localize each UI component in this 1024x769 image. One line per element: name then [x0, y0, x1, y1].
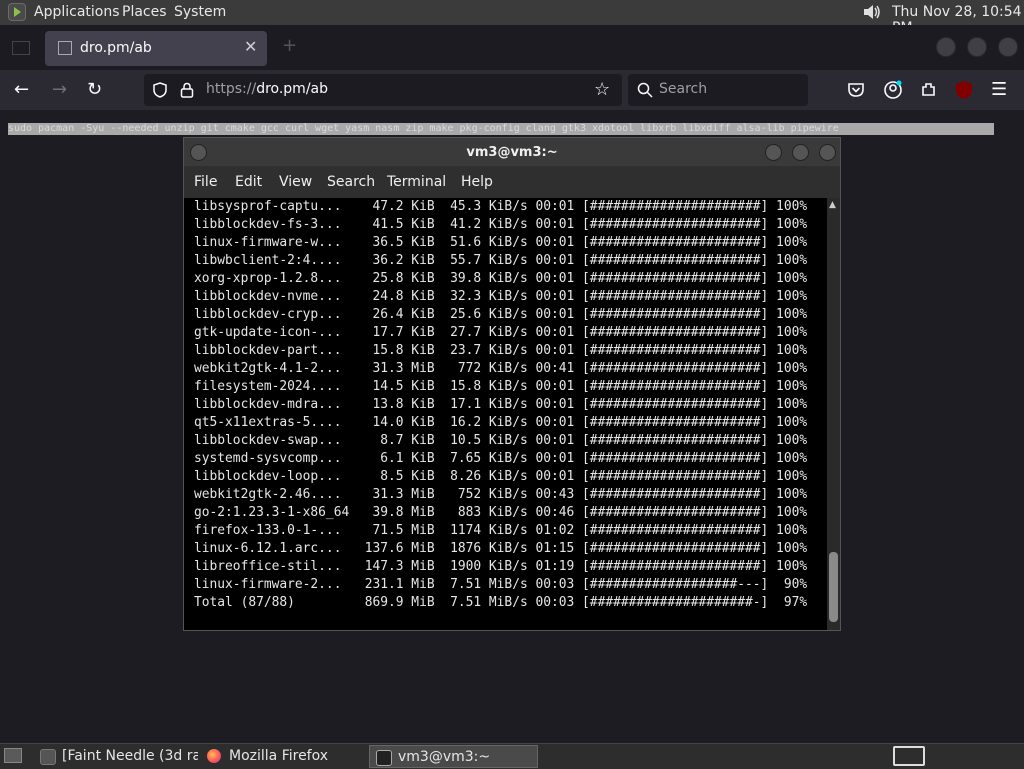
maximize-window-button[interactable] [967, 37, 987, 57]
terminal-line: linux-firmware-2... 231.1 MiB 7.51 MiB/s… [194, 577, 808, 592]
terminal-line: libblockdev-swap... 8.7 KiB 10.5 KiB/s 0… [194, 433, 808, 448]
terminal-line: libreoffice-stil... 147.3 MiB 1900 KiB/s… [194, 559, 808, 574]
top-panel: Applications Places System Thu Nov 28, 1… [0, 0, 1024, 36]
ublock-origin-icon[interactable] [955, 80, 973, 100]
url-scheme: https:// [206, 81, 257, 97]
applications-menu-icon[interactable] [8, 3, 26, 21]
menu-places[interactable]: Places [122, 4, 167, 20]
terminal-scrollbar[interactable]: ▲ [827, 198, 840, 630]
terminal-menu-search[interactable]: Search [327, 174, 375, 190]
terminal-line: libblockdev-cryp... 26.4 KiB 25.6 KiB/s … [194, 307, 808, 322]
terminal-line: filesystem-2024.... 14.5 KiB 15.8 KiB/s … [194, 379, 808, 394]
tab-title: dro.pm/ab [80, 40, 152, 56]
terminal-line: go-2:1.23.3-1-x86_64 39.8 MiB 883 KiB/s … [194, 505, 808, 520]
terminal-line: xorg-xprop-1.2.8... 25.8 KiB 39.8 KiB/s … [194, 271, 808, 286]
taskbar-item-terminal[interactable]: vm3@vm3:~ [369, 745, 538, 768]
terminal-line: linux-6.12.1.arc... 137.6 MiB 1876 KiB/s… [194, 541, 808, 556]
terminal-window: vm3@vm3:~ File Edit View Search Terminal… [183, 137, 841, 631]
terminal-menu-terminal[interactable]: Terminal [387, 174, 446, 190]
show-desktop-icon[interactable] [4, 748, 22, 763]
terminal-line: linux-firmware-w... 36.5 KiB 51.6 KiB/s … [194, 235, 808, 250]
terminal-line: libblockdev-fs-3... 41.5 KiB 41.2 KiB/s … [194, 217, 808, 232]
scrollbar-thumb[interactable] [829, 552, 838, 622]
bottom-taskbar: [Faint Needle (3d ra... Mozilla Firefox … [0, 743, 1024, 769]
taskbar-item-firefox[interactable]: Mozilla Firefox [201, 745, 365, 768]
firefox-icon [207, 749, 221, 763]
terminal-menu-edit[interactable]: Edit [235, 174, 262, 190]
terminal-line: webkit2gtk-2.46.... 31.3 MiB 752 KiB/s 0… [194, 487, 808, 502]
extensions-icon[interactable] [920, 80, 938, 98]
terminal-line: webkit2gtk-4.1-2... 31.3 MiB 772 KiB/s 0… [194, 361, 808, 376]
terminal-line: Total (87/88) 869.9 MiB 7.51 MiB/s 00:03… [194, 595, 808, 610]
search-box[interactable]: Search [628, 74, 808, 106]
minimize-window-button[interactable] [936, 37, 956, 57]
workspace-switcher[interactable] [893, 746, 925, 766]
tab-active[interactable]: dro.pm/ab ✕ [45, 31, 267, 66]
browser-tab-bar: dro.pm/ab ✕ + [0, 25, 1024, 70]
terminal-line: libblockdev-part... 15.8 KiB 23.7 KiB/s … [194, 343, 808, 358]
terminal-menu-help[interactable]: Help [461, 174, 493, 190]
terminal-icon [376, 750, 392, 766]
terminal-line: gtk-update-icon-... 17.7 KiB 27.7 KiB/s … [194, 325, 808, 340]
close-tab-icon[interactable]: ✕ [244, 37, 257, 56]
shield-icon[interactable] [152, 82, 168, 98]
terminal-line: qt5-x11extras-5.... 14.0 KiB 16.2 KiB/s … [194, 415, 808, 430]
search-icon [637, 82, 653, 98]
terminal-close-button[interactable] [819, 144, 836, 161]
terminal-titlebar[interactable]: vm3@vm3:~ [184, 138, 840, 166]
reload-icon[interactable]: ↻ [87, 79, 102, 100]
terminal-output[interactable]: libsysprof-captu... 47.2 KiB 45.3 KiB/s … [184, 198, 827, 630]
terminal-line: libblockdev-mdra... 13.8 KiB 17.1 KiB/s … [194, 397, 808, 412]
window-icon [40, 749, 56, 765]
menu-applications[interactable]: Applications [34, 4, 120, 20]
terminal-title: vm3@vm3:~ [466, 145, 558, 160]
terminal-line: systemd-sysvcomp... 6.1 KiB 7.65 KiB/s 0… [194, 451, 808, 466]
taskbar-label: Mozilla Firefox [229, 748, 329, 764]
search-placeholder: Search [659, 81, 708, 97]
lock-icon[interactable] [180, 82, 194, 98]
pocket-icon[interactable] [847, 81, 865, 99]
url-host-path: dro.pm/ab [256, 81, 328, 97]
terminal-line: libblockdev-nvme... 24.8 KiB 32.3 KiB/s … [194, 289, 808, 304]
url-text[interactable]: https://dro.pm/ab [206, 81, 328, 97]
selected-command-text[interactable]: sudo pacman -Syu --needed unzip git cmak… [8, 123, 994, 135]
back-icon[interactable]: ← [14, 79, 29, 100]
taskbar-label: [Faint Needle (3d ra... [62, 748, 198, 764]
terminal-line: libsysprof-captu... 47.2 KiB 45.3 KiB/s … [194, 199, 808, 214]
close-window-button[interactable] [998, 37, 1018, 57]
terminal-lines: libsysprof-captu... 47.2 KiB 45.3 KiB/s … [194, 198, 807, 612]
favicon-icon [58, 41, 72, 55]
taskbar-label: vm3@vm3:~ [398, 749, 491, 765]
terminal-line: libblockdev-loop... 8.5 KiB 8.26 KiB/s 0… [194, 469, 808, 484]
bookmark-star-icon[interactable]: ☆ [594, 79, 610, 100]
menu-system[interactable]: System [174, 4, 226, 20]
scroll-up-icon[interactable]: ▲ [829, 200, 836, 210]
terminal-line: libwbclient-2:4.... 36.2 KiB 55.7 KiB/s … [194, 253, 808, 268]
app-menu-icon[interactable]: ☰ [991, 79, 1007, 100]
forward-icon[interactable]: → [52, 79, 67, 100]
account-icon[interactable] [883, 80, 903, 100]
terminal-menubar: File Edit View Search Terminal Help [184, 166, 840, 198]
new-tab-icon[interactable]: + [282, 35, 297, 56]
terminal-menu-view[interactable]: View [279, 174, 312, 190]
browser-nav-bar: ← → ↻ https://dro.pm/ab ☆ Search ☰ [0, 70, 1024, 110]
url-bar[interactable]: https://dro.pm/ab ☆ [144, 74, 622, 106]
terminal-maximize-button[interactable] [792, 144, 809, 161]
terminal-line: firefox-133.0-1-... 71.5 MiB 1174 KiB/s … [194, 523, 808, 538]
volume-icon[interactable] [862, 3, 882, 21]
terminal-minimize-button[interactable] [765, 144, 782, 161]
taskbar-item-faint-needle[interactable]: [Faint Needle (3d ra... [34, 745, 198, 768]
terminal-menu-file[interactable]: File [194, 174, 217, 190]
tab-list-icon[interactable] [12, 41, 30, 55]
